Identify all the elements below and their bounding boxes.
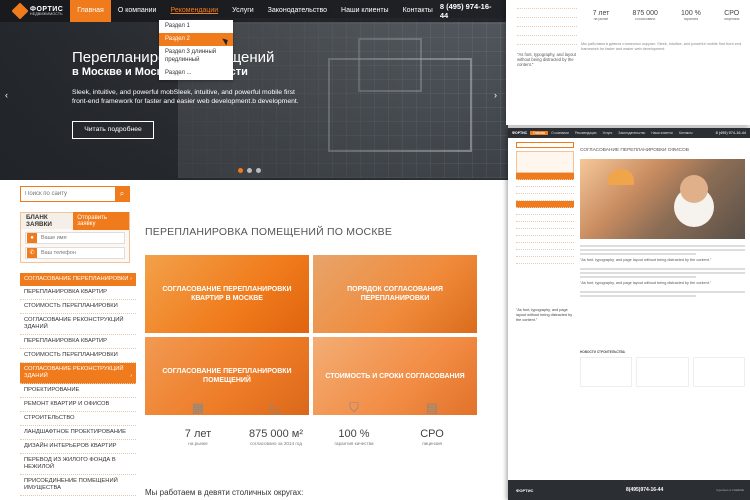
request-form: БЛАНК ЗАЯВКИ Отправить заявку ● ✆: [20, 212, 130, 263]
slider-next-icon[interactable]: ›: [494, 90, 497, 100]
read-more-button[interactable]: Читать подробнее: [72, 121, 154, 139]
nav-item-clients[interactable]: Наши клиенты: [334, 0, 396, 22]
article-quote: "As font, typography, and page layout wi…: [580, 281, 712, 285]
nav-item-recommendations[interactable]: Рекомендации: [163, 0, 225, 22]
phone-input[interactable]: [37, 250, 124, 256]
dropdown-item[interactable]: Раздел ...: [159, 67, 233, 80]
certificate-icon: ▤: [425, 400, 439, 415]
nav-item-contacts[interactable]: Контакты: [396, 0, 440, 22]
chevron-right-icon: ›: [130, 373, 132, 379]
preview-footer: ФОРТИС 8(495)974-16-44 Сделано в CHEESE: [508, 480, 750, 500]
phone-icon: ✆: [27, 248, 37, 258]
ruler-icon: ◺: [271, 400, 281, 415]
user-icon: ●: [27, 233, 37, 243]
nav-item-home[interactable]: Главная: [70, 0, 111, 22]
dropdown-item[interactable]: Раздел 3 длинный предлинный: [159, 46, 233, 66]
logo-subtitle: НЕДВИЖИМОСТЬ: [30, 11, 63, 16]
stat-years: ▦ 7 лет на рынке: [165, 400, 231, 446]
phone-field: ✆: [25, 247, 125, 259]
header-phone[interactable]: 8 (495) 974-16-44: [440, 2, 508, 20]
slider-dots: [238, 168, 261, 173]
preview-screen-top: "As font, typography, and layout without…: [506, 0, 750, 125]
sidebar-item[interactable]: СТОИМОСТЬ ПЕРЕПЛАНИРОВКИ: [20, 349, 136, 363]
article-title: СОГЛАСОВАНИЕ ПЕРЕПЛАНИРОВКИ ОФИСОВ: [580, 148, 689, 153]
preview-stats: 7 лет на рынке 875 000 согласовано 100 % га…: [592, 10, 740, 21]
main-nav: Главная О компании Рекомендации Услуги З…: [70, 0, 440, 22]
nav-item-legislation[interactable]: Законодательство: [261, 0, 334, 22]
stat-guarantee: ⛉ 100 % гарантия качества: [321, 400, 387, 446]
stat-area: ◺ 875 000 м² согласовано за 2014 год: [243, 400, 309, 446]
nav-item-services[interactable]: Услуги: [225, 0, 261, 22]
service-tiles: СОГЛАСОВАНИЕ ПЕРЕПЛАНИРОВКИ КВАРТИР В МО…: [145, 255, 477, 415]
sidebar-item[interactable]: ЛАНДШАФТНОЕ ПРОЕКТИРОВАНИЕ: [20, 426, 136, 440]
preview-quote: "As font, typography, and layout without…: [517, 52, 576, 67]
stats-row: ▦ 7 лет на рынке ◺ 875 000 м² согласован…: [165, 400, 465, 446]
hero-description: Sleek, intuitive, and powerful mobSleek,…: [72, 89, 299, 105]
hero-slider: ФОРТИС НЕДВИЖИМОСТЬ Главная О компании Р…: [0, 0, 508, 180]
service-tile[interactable]: ПОРЯДОК СОГЛАСОВАНИЯ ПЕРЕПЛАНИРОВКИ: [313, 255, 477, 333]
sidebar-item[interactable]: СТРОИТЕЛЬСТВО: [20, 412, 136, 426]
sidebar-menu: СОГЛАСОВАНИЕ ПЕРЕПЛАНИРОВКИ › ПЕРЕПЛАНИРО…: [20, 273, 136, 496]
main-content: ПЕРЕПЛАНИРОВКА ПОМЕЩЕНИЙ ПО МОСКВЕ: [145, 226, 495, 238]
search-input[interactable]: [21, 187, 115, 201]
chevron-right-icon: ›: [130, 276, 132, 282]
sidebar-item[interactable]: ПРИСОЕДИНЕНИЕ ПОМЕЩЕНИЙ ИМУЩЕСТВА: [20, 475, 136, 496]
sidebar-item[interactable]: ПРОЕКТИРОВАНИЕ: [20, 384, 136, 398]
left-sidebar: ⌕ БЛАНК ЗАЯВКИ Отправить заявку ● ✆ СОГЛ…: [20, 186, 136, 496]
logo-mark-icon: [11, 2, 29, 20]
top-navbar: ФОРТИС НЕДВИЖИМОСТЬ Главная О компании Р…: [0, 0, 508, 22]
sidebar-item-reconstruction[interactable]: СОГЛАСОВАНИЕ РЕКОНСТРУКЦИЙ ЗДАНИЙ ›: [20, 363, 136, 384]
name-input[interactable]: [37, 235, 124, 241]
search-icon[interactable]: ⌕: [115, 187, 129, 201]
send-request-button[interactable]: Отправить заявку: [73, 212, 129, 230]
logo[interactable]: ФОРТИС НЕДВИЖИМОСТЬ: [0, 2, 70, 20]
preview-text: Мы работаем в девяти столичных округах: …: [581, 42, 742, 51]
dropdown-item-selected[interactable]: Раздел 2: [159, 33, 233, 47]
slider-dot[interactable]: [256, 168, 261, 173]
shield-icon: ⛉: [349, 400, 359, 415]
recommendations-dropdown: Раздел 1 Раздел 2 Раздел 3 длинный предл…: [159, 20, 233, 80]
page-title: ПЕРЕПЛАНИРОВКА ПОМЕЩЕНИЙ ПО МОСКВЕ: [145, 226, 393, 238]
preview-news: НОВОСТИ СТРОИТЕЛЬСТВА: [580, 350, 745, 387]
name-field: ●: [25, 232, 125, 244]
slider-prev-icon[interactable]: ‹: [5, 90, 8, 100]
sidebar-item[interactable]: ДИЗАЙН ИНТЕРЬЕРОВ КВАРТИР: [20, 440, 136, 454]
sidebar-item[interactable]: ПЕРЕПЛАНИРОВКА КВАРТИР: [20, 286, 136, 300]
preview-screen-article: ФОРТИС Главная О компании Рекомендации У…: [508, 128, 750, 500]
slider-dot[interactable]: [247, 168, 252, 173]
calendar-icon: ▦: [191, 400, 205, 415]
sidebar-item[interactable]: РЕМОНТ КВАРТИР И ОФИСОВ: [20, 398, 136, 412]
sidebar-item[interactable]: СТОИМОСТЬ ПЕРЕПЛАНИРОВКИ: [20, 300, 136, 314]
stat-license: ▤ СРО лицензия: [399, 400, 465, 446]
article-photo: [580, 159, 745, 239]
article-quote: "As font, typography, and page layout wi…: [580, 258, 712, 262]
nav-item-about[interactable]: О компании: [111, 0, 164, 22]
site-search: ⌕: [20, 186, 130, 202]
service-tile[interactable]: СОГЛАСОВАНИЕ ПЕРЕПЛАНИРОВКИ КВАРТИР В МО…: [145, 255, 309, 333]
preview-article: СОГЛАСОВАНИЕ ПЕРЕПЛАНИРОВКИ ОФИСОВ "As f…: [580, 148, 745, 299]
hero-title: Перепланировка помещений: [72, 49, 275, 66]
request-form-title: БЛАНК ЗАЯВКИ: [26, 214, 52, 228]
main-mockup: ФОРТИС НЕДВИЖИМОСТЬ Главная О компании Р…: [0, 0, 508, 500]
preview-navbar: ФОРТИС Главная О компании Рекомендации У…: [508, 128, 750, 138]
preview-side-quote: "As font, typography, and page layout wi…: [516, 308, 573, 322]
dropdown-item[interactable]: Раздел 1: [159, 20, 233, 33]
sidebar-item[interactable]: ПЕРЕВОД ИЗ ЖИЛОГО ФОНДА В НЕЖИЛОЙ: [20, 454, 136, 475]
sidebar-item-approval[interactable]: СОГЛАСОВАНИЕ ПЕРЕПЛАНИРОВКИ ›: [20, 273, 136, 286]
sidebar-item[interactable]: ПЕРЕПЛАНИРОВКА КВАРТИР: [20, 335, 136, 349]
slider-dot-active[interactable]: [238, 168, 243, 173]
districts-text: Мы работаем в девяти столичных округах:: [145, 488, 304, 497]
page-root: ФОРТИС НЕДВИЖИМОСТЬ Главная О компании Р…: [0, 0, 750, 500]
sidebar-item[interactable]: СОГЛАСОВАНИЕ РЕКОНСТРУКЦИЙ ЗДАНИЙ: [20, 314, 136, 335]
